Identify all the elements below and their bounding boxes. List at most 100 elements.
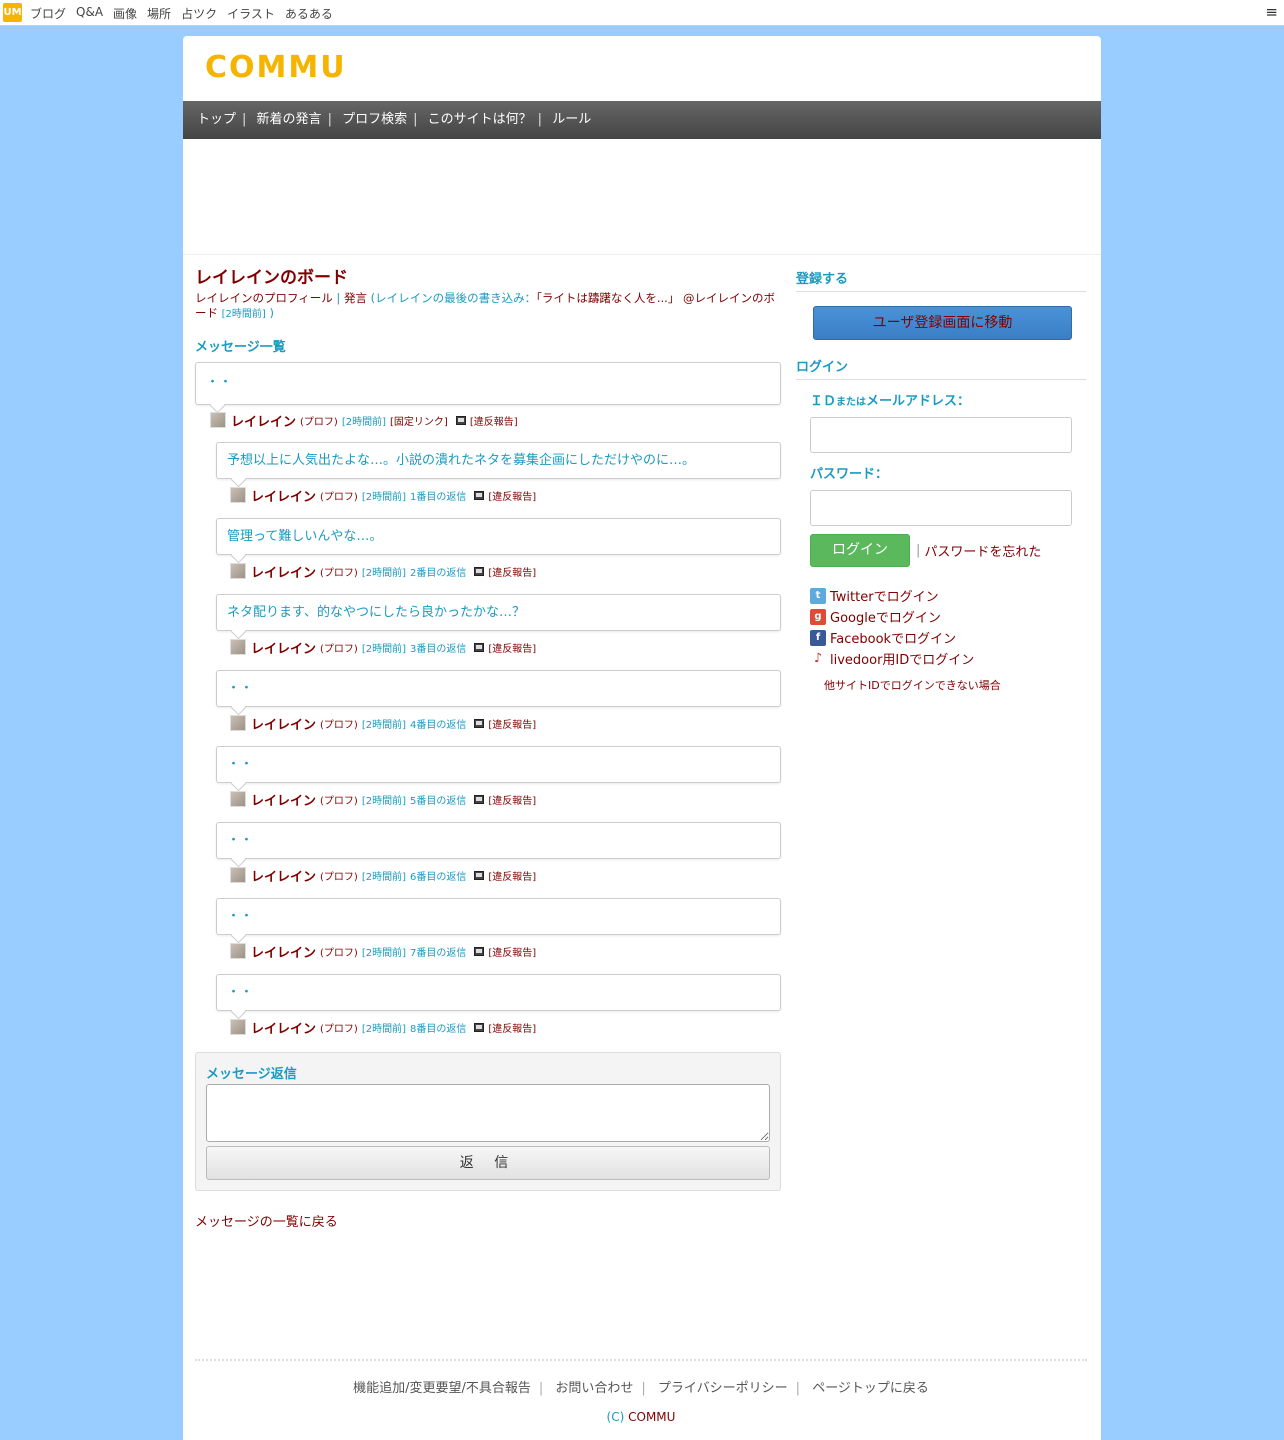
reply-order[interactable]: 5番目の返信	[410, 792, 466, 807]
nav-about[interactable]: このサイトは何？	[428, 112, 532, 127]
avatar[interactable]	[230, 791, 246, 807]
reply-order[interactable]: 8番目の返信	[410, 1020, 466, 1035]
register-button[interactable]: ユーザ登録画面に移動	[813, 306, 1072, 340]
avatar[interactable]	[230, 943, 246, 959]
hamburger-menu-icon[interactable]: ≡	[1265, 3, 1278, 21]
avatar[interactable]	[210, 412, 226, 428]
footer-link-contact[interactable]: お問い合わせ	[555, 1381, 633, 1396]
twitter-login-link[interactable]: t Twitterでログイン	[810, 585, 1086, 606]
pc-icon	[474, 794, 485, 804]
report-link[interactable]: [違反報告]	[488, 564, 536, 579]
reply-order[interactable]: 3番目の返信	[410, 640, 466, 655]
footer-link-pagetop[interactable]: ページトップに戻る	[812, 1381, 929, 1396]
author-name[interactable]: レイレイン	[231, 411, 296, 430]
avatar[interactable]	[230, 715, 246, 731]
avatar[interactable]	[230, 487, 246, 503]
author-name[interactable]: レイレイン	[251, 866, 316, 885]
avatar[interactable]	[230, 1019, 246, 1035]
reply-order[interactable]: 1番目の返信	[410, 488, 466, 503]
forgot-password-link[interactable]: パスワードを忘れた	[924, 541, 1041, 560]
author-name[interactable]: レイレイン	[251, 638, 316, 657]
avatar[interactable]	[230, 563, 246, 579]
profile-link[interactable]: (プロフ)	[320, 792, 358, 807]
sidebar: 登録する ユーザ登録画面に移動 ログイン ＩＤまたはメールアドレス： パスワード…	[796, 268, 1086, 693]
post-time[interactable]: [2時間前]	[362, 1020, 406, 1035]
fixed-link[interactable]: [固定リンク]	[390, 413, 448, 428]
topbar-link-images[interactable]: 画像	[113, 5, 137, 22]
topbar-link-places[interactable]: 場所	[147, 5, 171, 22]
reply-order[interactable]: 7番目の返信	[410, 944, 466, 959]
footer-link-privacy[interactable]: プライバシーポリシー	[658, 1381, 788, 1396]
other-site-help-link[interactable]: 他サイトIDでログインできない場合	[824, 677, 1086, 693]
reply-order[interactable]: 4番目の返信	[410, 716, 466, 731]
reply-item: ・・ レイレイン (プロフ) [2時間前] 7番目の返信 [違反報告]	[216, 898, 781, 964]
post-time[interactable]: [2時間前]	[362, 944, 406, 959]
post-time[interactable]: [2時間前]	[362, 488, 406, 503]
reply-text: ・・	[227, 909, 254, 924]
um-logo-icon[interactable]: UM	[3, 3, 22, 22]
report-link[interactable]: [違反報告]	[488, 488, 536, 503]
author-name[interactable]: レイレイン	[251, 1018, 316, 1037]
password-input[interactable]	[810, 490, 1072, 526]
profile-link[interactable]: レイレインのプロフィール	[195, 291, 333, 305]
profile-link[interactable]: (プロフ)	[320, 488, 358, 503]
topbar-link-illust[interactable]: イラスト	[227, 5, 275, 22]
reply-submit-button[interactable]: 返 信	[206, 1146, 770, 1180]
nav-new-posts[interactable]: 新着の発言	[257, 112, 322, 127]
reply-order[interactable]: 2番目の返信	[410, 564, 466, 579]
reply-order[interactable]: 6番目の返信	[410, 868, 466, 883]
profile-link[interactable]: (プロフ)	[320, 1020, 358, 1035]
nav-rules[interactable]: ルール	[552, 112, 591, 127]
login-button[interactable]: ログイン	[810, 534, 910, 567]
topbar-link-blog[interactable]: ブログ	[30, 5, 66, 22]
profile-link[interactable]: (プロフ)	[320, 564, 358, 579]
topbar-link-uranai[interactable]: 占ツク	[181, 5, 217, 22]
topbar-link-qa[interactable]: Q&A	[76, 5, 103, 22]
author-name[interactable]: レイレイン	[251, 790, 316, 809]
livedoor-login-link[interactable]: ♪ livedoor用IDでログイン	[810, 648, 1086, 669]
post-time[interactable]: [2時間前]	[362, 792, 406, 807]
nav-profile-search[interactable]: プロフ検索	[342, 112, 407, 127]
post-time[interactable]: [2時間前]	[362, 564, 406, 579]
report-link[interactable]: [違反報告]	[470, 413, 518, 428]
login-row: ログイン | パスワードを忘れた	[810, 534, 1086, 567]
report-link[interactable]: [違反報告]	[488, 944, 536, 959]
facebook-login-link[interactable]: f Facebookでログイン	[810, 627, 1086, 648]
author-name[interactable]: レイレイン	[251, 714, 316, 733]
pc-icon	[474, 870, 485, 880]
avatar[interactable]	[230, 639, 246, 655]
reply-text: 管理って難しいんやな…。	[227, 529, 383, 544]
copyright-link[interactable]: COMMU	[628, 1410, 675, 1424]
last-post-link[interactable]: 「ライトは躊躇なく人を...」	[536, 291, 679, 305]
footer-link-feedback[interactable]: 機能追加/変更要望/不具合報告	[353, 1381, 531, 1396]
avatar[interactable]	[230, 867, 246, 883]
site-logo[interactable]: COMMU	[205, 50, 347, 85]
back-to-list-link[interactable]: メッセージの一覧に戻る	[195, 1211, 781, 1230]
report-link[interactable]: [違反報告]	[488, 640, 536, 655]
profile-link[interactable]: (プロフ)	[320, 640, 358, 655]
post-time[interactable]: [2時間前]	[342, 413, 386, 428]
profile-link[interactable]: (プロフ)	[320, 868, 358, 883]
id-input[interactable]	[810, 417, 1072, 453]
report-link[interactable]: [違反報告]	[488, 792, 536, 807]
post-time[interactable]: [2時間前]	[362, 868, 406, 883]
nav-top[interactable]: トップ	[197, 112, 236, 127]
post-time[interactable]: [2時間前]	[362, 640, 406, 655]
author-name[interactable]: レイレイン	[251, 486, 316, 505]
profile-link[interactable]: (プロフ)	[300, 413, 338, 428]
topbar-links: ブログ Q&A 画像 場所 占ツク イラスト あるある	[30, 5, 343, 22]
profile-link[interactable]: (プロフ)	[320, 716, 358, 731]
post-time[interactable]: [2時間前]	[362, 716, 406, 731]
report-link[interactable]: [違反報告]	[488, 1020, 536, 1035]
google-login-link[interactable]: g Googleでログイン	[810, 606, 1086, 627]
profile-link[interactable]: (プロフ)	[320, 944, 358, 959]
posts-link[interactable]: 発言	[344, 291, 367, 305]
report-link[interactable]: [違反報告]	[488, 868, 536, 883]
report-link[interactable]: [違反報告]	[488, 716, 536, 731]
topbar-link-aruaru[interactable]: あるある	[285, 5, 333, 22]
pc-icon	[474, 642, 485, 652]
reply-textarea[interactable]	[206, 1084, 770, 1142]
pc-icon	[474, 566, 485, 576]
author-name[interactable]: レイレイン	[251, 942, 316, 961]
author-name[interactable]: レイレイン	[251, 562, 316, 581]
